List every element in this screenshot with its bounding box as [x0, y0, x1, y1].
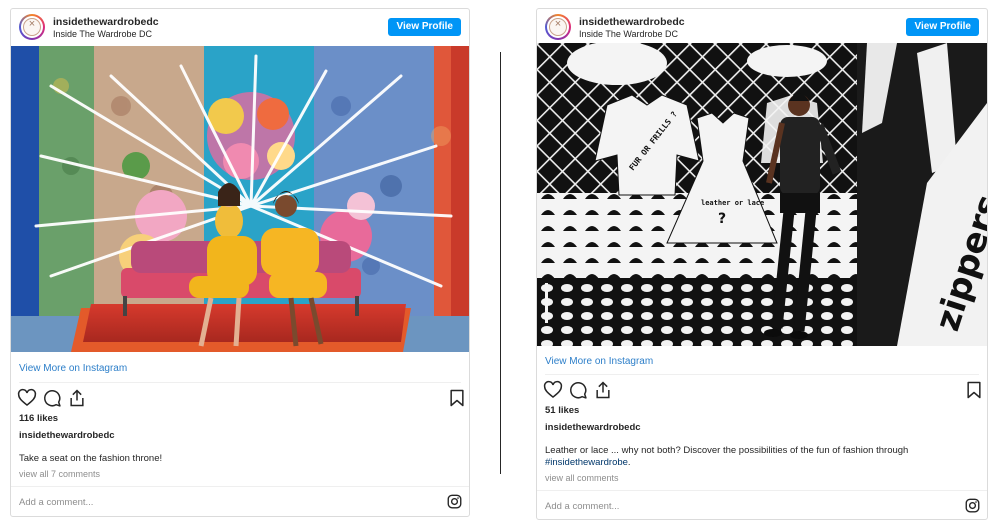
- post-caption: Leather or lace ... why not both? Discov…: [545, 445, 975, 469]
- comment-icon[interactable]: [42, 388, 62, 408]
- post-header: insidethewardrobedc Inside The Wardrobe …: [537, 9, 987, 46]
- post-photo[interactable]: [11, 46, 469, 352]
- divider: [537, 490, 987, 491]
- instagram-icon[interactable]: [447, 494, 462, 509]
- bookmark-icon[interactable]: [447, 388, 467, 408]
- dress-question-text: ?: [718, 211, 726, 227]
- caption-username[interactable]: insidethewardrobedc: [545, 422, 641, 433]
- post-full-name: Inside The Wardrobe DC: [53, 29, 153, 39]
- avatar[interactable]: [545, 14, 571, 40]
- instagram-icon[interactable]: [965, 498, 980, 513]
- dress-note-text: leather or lace: [701, 199, 764, 207]
- caption-end: .: [627, 457, 631, 468]
- view-all-comments-link[interactable]: view all 7 comments: [19, 469, 100, 479]
- vertical-divider: [500, 52, 501, 474]
- likes-count: 116 likes: [19, 413, 59, 424]
- post-photo[interactable]: FUR OR FRILLS ? leather or lace ? zipper…: [537, 43, 987, 346]
- likes-count: 51 likes: [545, 405, 580, 416]
- bookmark-icon[interactable]: [964, 380, 984, 400]
- share-icon[interactable]: [67, 388, 87, 408]
- share-icon[interactable]: [593, 380, 613, 400]
- add-comment-input[interactable]: Add a comment...: [545, 501, 619, 512]
- post-header: insidethewardrobedc Inside The Wardrobe …: [11, 9, 469, 46]
- divider: [11, 486, 469, 487]
- heart-icon[interactable]: [17, 388, 37, 408]
- divider: [545, 374, 979, 375]
- post-username[interactable]: insidethewardrobedc: [53, 16, 159, 28]
- caption-text: Leather or lace ... why not both? Discov…: [545, 445, 909, 456]
- view-all-comments-link[interactable]: view all comments: [545, 473, 619, 483]
- fashion-throne-photo: [11, 46, 469, 352]
- post-caption: Take a seat on the fashion throne!: [19, 453, 163, 464]
- add-comment-input[interactable]: Add a comment...: [19, 497, 93, 508]
- view-more-on-instagram-link[interactable]: View More on Instagram: [19, 363, 127, 374]
- instagram-embed-card-1: insidethewardrobedc Inside The Wardrobe …: [10, 8, 470, 517]
- caption-username[interactable]: insidethewardrobedc: [19, 430, 115, 441]
- instagram-embed-card-2: insidethewardrobedc Inside The Wardrobe …: [536, 8, 988, 520]
- divider: [19, 382, 461, 383]
- view-profile-button[interactable]: View Profile: [906, 18, 979, 36]
- avatar[interactable]: [19, 14, 45, 40]
- hashtag-link[interactable]: #insidethewardrobe: [545, 457, 628, 468]
- comment-icon[interactable]: [568, 380, 588, 400]
- view-more-on-instagram-link[interactable]: View More on Instagram: [545, 356, 653, 367]
- view-profile-button[interactable]: View Profile: [388, 18, 461, 36]
- post-username[interactable]: insidethewardrobedc: [579, 16, 685, 28]
- leather-or-lace-photo: FUR OR FRILLS ? leather or lace ? zipper…: [537, 43, 987, 346]
- post-full-name: Inside The Wardrobe DC: [579, 29, 679, 39]
- heart-icon[interactable]: [543, 380, 563, 400]
